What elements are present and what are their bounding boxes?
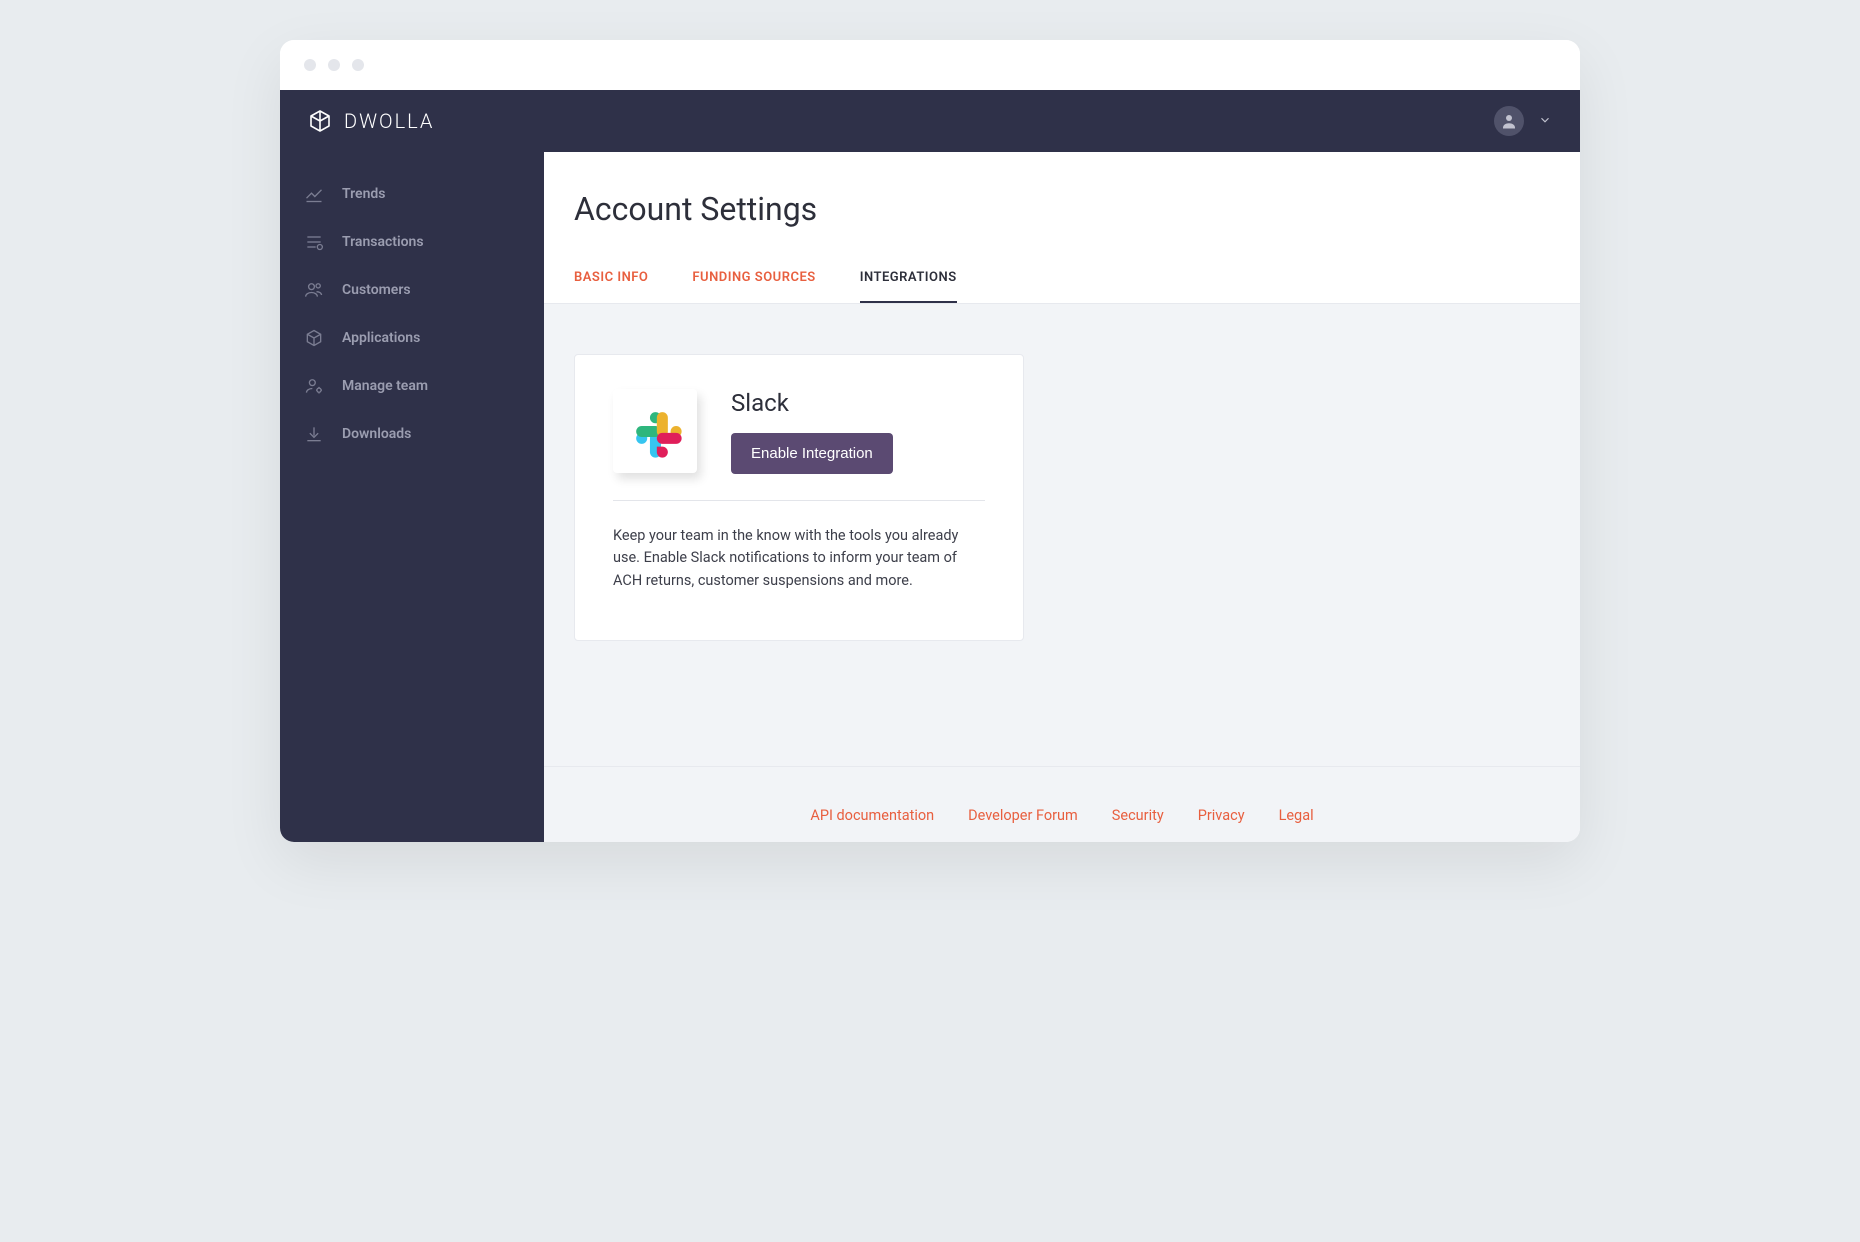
tab-basic-info[interactable]: BASIC INFO <box>574 270 648 303</box>
sidebar-item-label: Trends <box>342 186 385 202</box>
slack-logo-icon <box>613 389 697 473</box>
footer: API documentation Developer Forum Securi… <box>544 766 1580 842</box>
browser-frame: DWOLLA Trends Transactions <box>280 40 1580 842</box>
sidebar-item-downloads[interactable]: Downloads <box>280 410 544 458</box>
sidebar: Trends Transactions Customers Applicatio… <box>280 152 544 842</box>
enable-integration-button[interactable]: Enable Integration <box>731 433 893 474</box>
sidebar-item-applications[interactable]: Applications <box>280 314 544 362</box>
sidebar-item-label: Applications <box>342 330 420 346</box>
manage-team-icon <box>304 376 324 396</box>
browser-chrome <box>280 40 1580 90</box>
footer-links: API documentation Developer Forum Securi… <box>574 807 1550 824</box>
customers-icon <box>304 280 324 300</box>
topbar: DWOLLA <box>280 90 1580 152</box>
tab-funding-sources[interactable]: FUNDING SOURCES <box>692 270 815 303</box>
tab-integrations[interactable]: INTEGRATIONS <box>860 270 957 303</box>
traffic-light-dot <box>304 59 316 71</box>
footer-link-legal[interactable]: Legal <box>1279 807 1314 824</box>
sidebar-item-trends[interactable]: Trends <box>280 170 544 218</box>
avatar <box>1494 106 1524 136</box>
chevron-down-icon <box>1538 112 1552 131</box>
traffic-light-dot <box>352 59 364 71</box>
integration-title: Slack <box>731 389 893 417</box>
trends-icon <box>304 184 324 204</box>
brand[interactable]: DWOLLA <box>308 109 434 133</box>
downloads-icon <box>304 424 324 444</box>
footer-link-developer-forum[interactable]: Developer Forum <box>968 807 1078 824</box>
footer-link-security[interactable]: Security <box>1112 807 1164 824</box>
main-content: Account Settings BASIC INFO FUNDING SOUR… <box>544 152 1580 842</box>
sidebar-item-transactions[interactable]: Transactions <box>280 218 544 266</box>
page-title: Account Settings <box>574 190 1550 228</box>
integration-description: Keep your team in the know with the tool… <box>613 525 985 592</box>
integration-card-slack: Slack Enable Integration Keep your team … <box>574 354 1024 641</box>
sidebar-item-customers[interactable]: Customers <box>280 266 544 314</box>
footer-link-privacy[interactable]: Privacy <box>1198 807 1245 824</box>
page-header: Account Settings BASIC INFO FUNDING SOUR… <box>544 152 1580 304</box>
brand-name: DWOLLA <box>344 109 434 133</box>
transactions-icon <box>304 232 324 252</box>
applications-icon <box>304 328 324 348</box>
sidebar-item-label: Downloads <box>342 426 411 442</box>
footer-link-api-documentation[interactable]: API documentation <box>810 807 934 824</box>
sidebar-item-label: Customers <box>342 282 411 298</box>
tabs: BASIC INFO FUNDING SOURCES INTEGRATIONS <box>574 270 1550 303</box>
traffic-light-dot <box>328 59 340 71</box>
sidebar-item-label: Manage team <box>342 378 428 394</box>
sidebar-item-manage-team[interactable]: Manage team <box>280 362 544 410</box>
content-area: Slack Enable Integration Keep your team … <box>544 304 1580 766</box>
sidebar-item-label: Transactions <box>342 234 424 250</box>
user-menu[interactable] <box>1494 106 1552 136</box>
dwolla-logo-icon <box>308 109 332 133</box>
